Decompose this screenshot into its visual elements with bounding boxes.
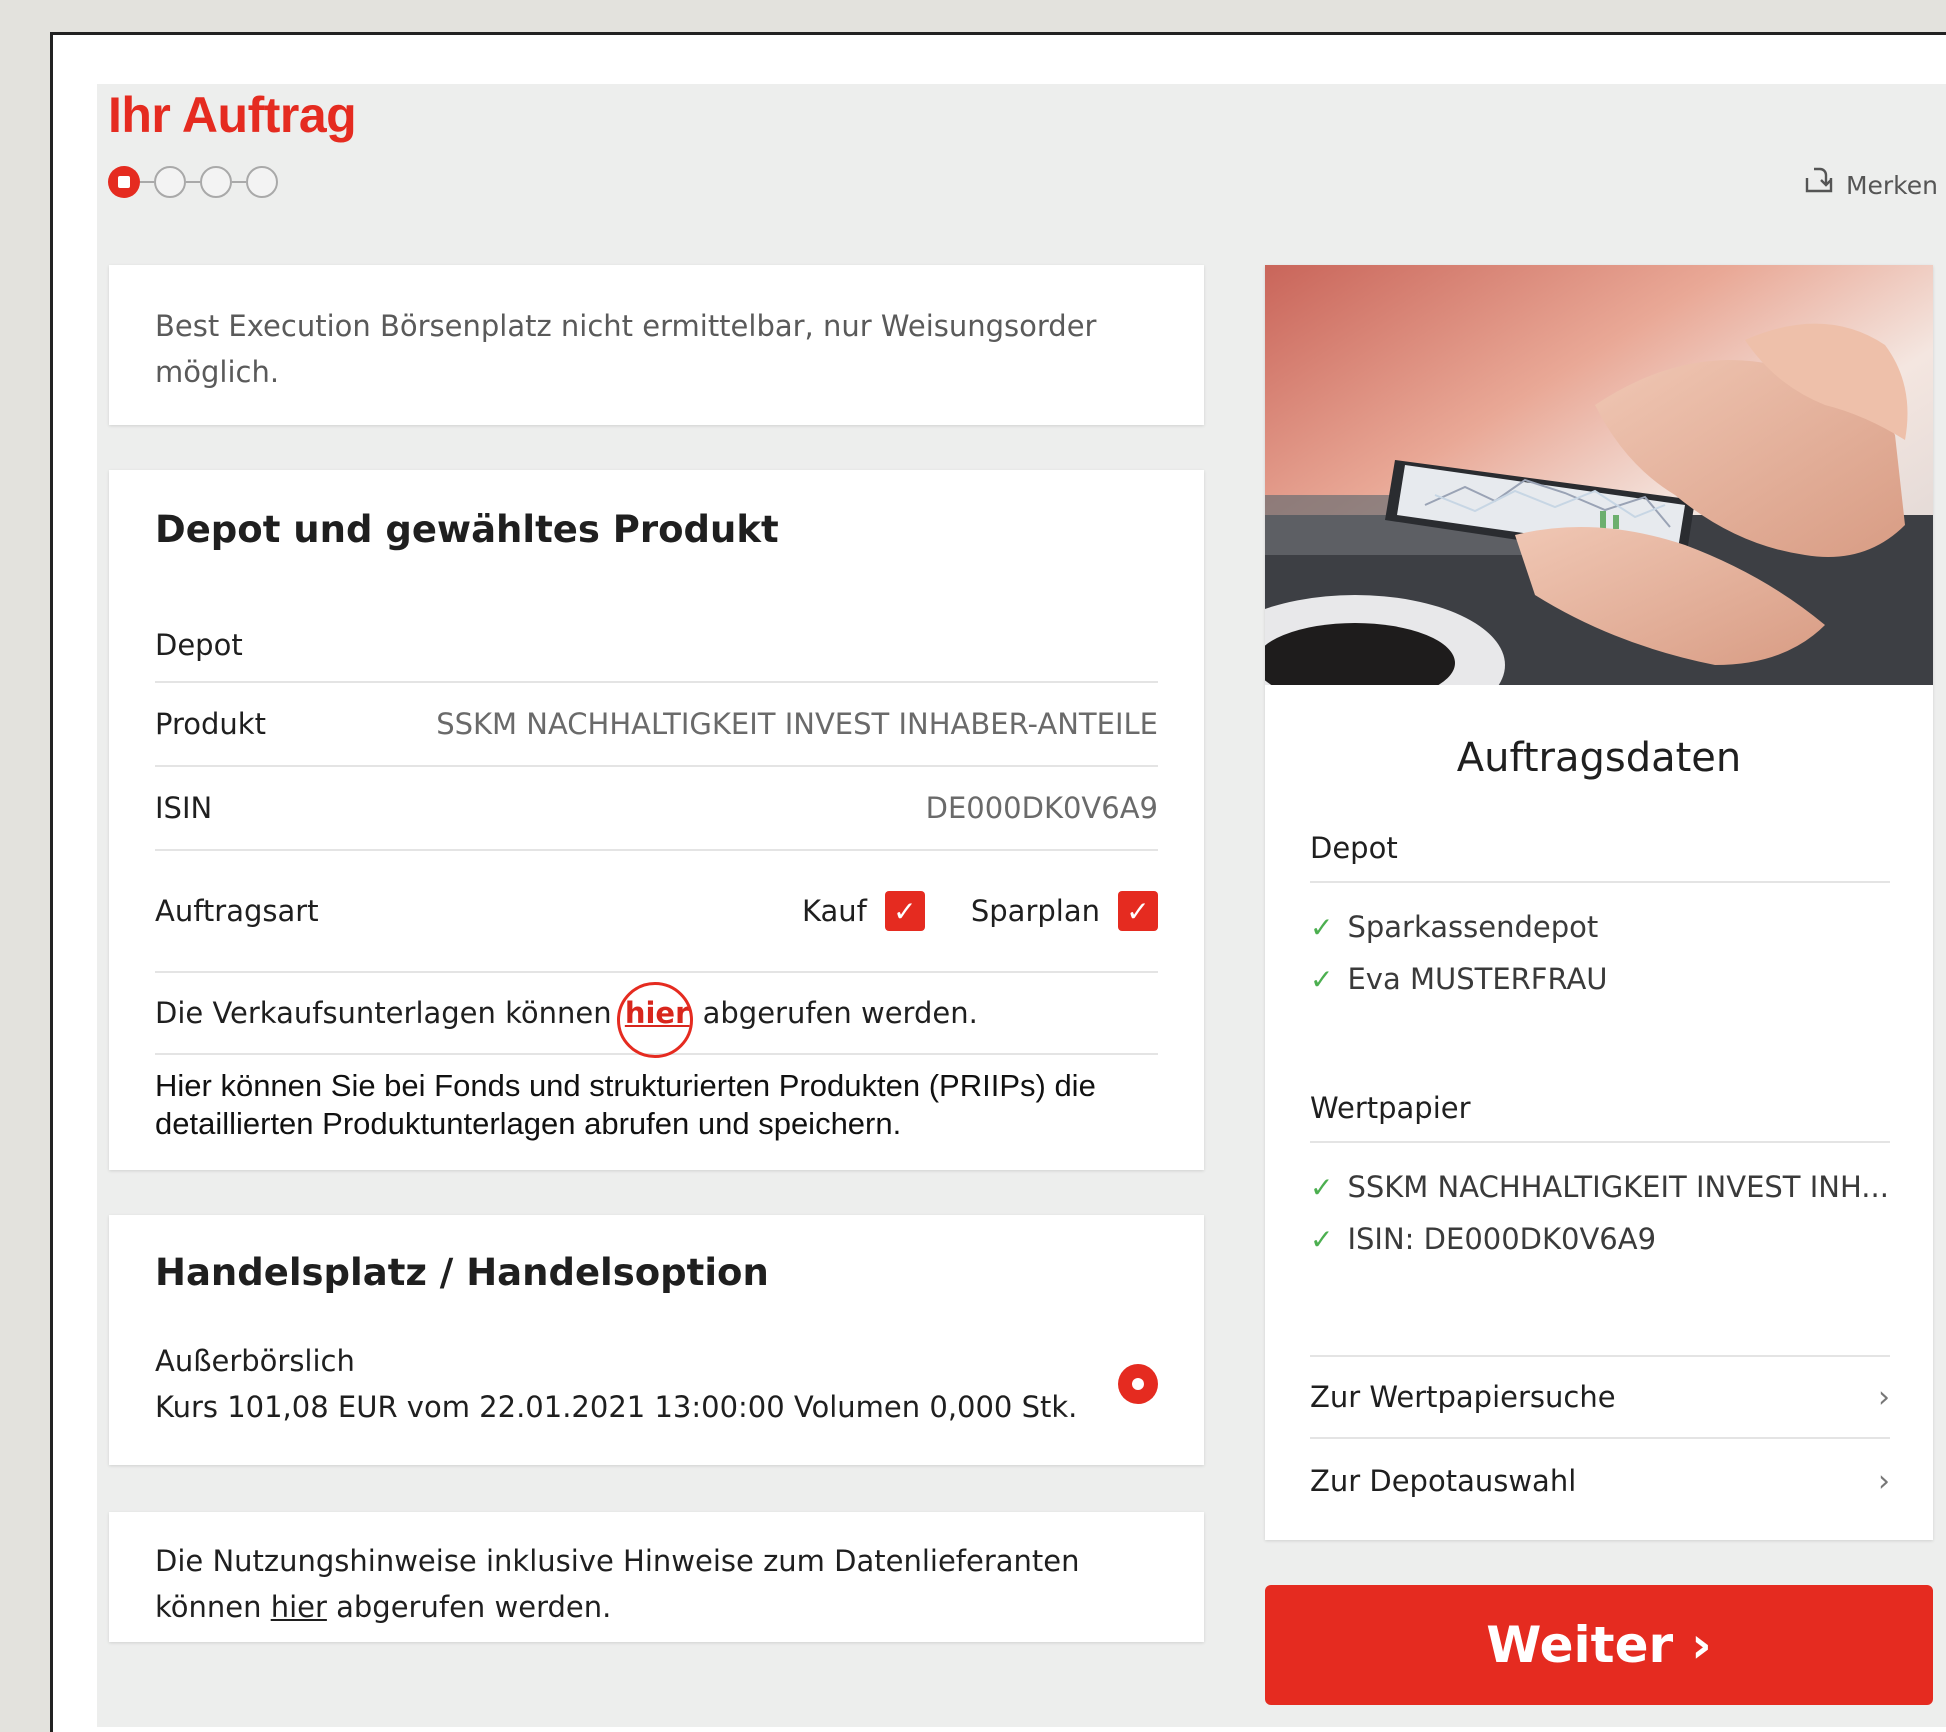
list-item: ✓ ISIN: DE000DK0V6A9 bbox=[1310, 1222, 1657, 1256]
produkt-row: Produkt SSKM NACHHALTIGKEIT INVEST INHAB… bbox=[155, 683, 1158, 767]
handelsplatz-title: Handelsplatz / Handelsoption bbox=[155, 1251, 769, 1294]
checkmark-icon: ✓ bbox=[1310, 910, 1334, 944]
sparplan-checkbox[interactable]: ✓ bbox=[1118, 891, 1158, 931]
kauf-label: Kauf bbox=[801, 894, 867, 928]
bookmark-download-icon bbox=[1802, 165, 1836, 205]
handelsoption-detail: Kurs 101,08 EUR vom 22.01.2021 13:00:00 … bbox=[155, 1390, 1078, 1424]
sidebar-depot-head: Depot bbox=[1310, 815, 1890, 883]
handelsplatz-card: Handelsplatz / Handelsoption Außerbörsli… bbox=[109, 1215, 1204, 1465]
product-card: Depot und gewähltes Produkt Depot Produk… bbox=[109, 470, 1204, 1170]
checkmark-icon: ✓ bbox=[1310, 1170, 1334, 1204]
checkmark-icon: ✓ bbox=[893, 894, 917, 928]
isin-value: DE000DK0V6A9 bbox=[925, 791, 1158, 825]
sidebar-wertpapier-section: Wertpapier ✓ SSKM NACHHALTIGKEIT INVEST I… bbox=[1310, 1075, 1890, 1265]
nutzung-line1: Die Nutzungshinweise inklusive Hinweise … bbox=[155, 1544, 1080, 1578]
kauf-checkbox[interactable]: ✓ bbox=[884, 891, 925, 931]
sidebar-depot-section: Depot ✓ Sparkassendepot ✓ Eva MUSTERFRAU bbox=[1310, 815, 1890, 1005]
nutzung-prefix: können bbox=[155, 1590, 262, 1624]
merken-label: Merken bbox=[1845, 170, 1938, 200]
verkauf-prefix: Die Verkaufsunterlagen können bbox=[155, 996, 612, 1030]
verkaufsunterlagen-row: Die Verkaufsunterlagen können hier abger… bbox=[155, 973, 1158, 1058]
chevron-right-icon: › bbox=[1691, 1616, 1712, 1674]
checkmark-icon: ✓ bbox=[1310, 962, 1334, 996]
merken-button[interactable]: Merken bbox=[1802, 165, 1938, 205]
step-connector bbox=[186, 181, 200, 183]
handelsoption-row[interactable]: Außerbörslich Kurs 101,08 EUR vom 22.01.… bbox=[155, 1338, 1158, 1430]
produkt-value: SSKM NACHHALTIGKEIT INVEST INHABER-ANTEI… bbox=[436, 707, 1158, 741]
list-item: ✓ Eva MUSTERFRAU bbox=[1310, 962, 1608, 996]
product-card-title: Depot und gewähltes Produkt bbox=[155, 508, 779, 551]
auftragsdaten-title: Auftragsdaten bbox=[1456, 735, 1742, 781]
step-connector bbox=[140, 181, 154, 183]
chevron-right-icon: › bbox=[1878, 1379, 1890, 1415]
auftragsart-label: Auftragsart bbox=[155, 894, 319, 928]
step-3 bbox=[200, 166, 232, 198]
handelsoption-name: Außerbörslich bbox=[155, 1344, 355, 1378]
best-execution-notice: Best Execution Börsenplatz nicht ermitte… bbox=[109, 265, 1204, 425]
step-4 bbox=[246, 166, 278, 198]
wertpapiersuche-link[interactable]: Zur Wertpapiersuche › bbox=[1310, 1355, 1890, 1439]
step-connector bbox=[232, 181, 246, 183]
verkaufsunterlagen-link[interactable]: hier bbox=[616, 982, 694, 1058]
auftragsart-options: Kauf ✓ Sparplan ✓ bbox=[802, 891, 1158, 931]
auftragsdaten-panel: Auftragsdaten Depot ✓ Sparkassendepot ✓ Ev… bbox=[1265, 265, 1933, 1540]
auftragsart-row: Auftragsart Kauf ✓ Sparplan ✓ bbox=[155, 851, 1158, 973]
nutzung-suffix: abgerufen werden. bbox=[336, 1590, 612, 1624]
produkt-label: Produkt bbox=[155, 707, 266, 741]
sparplan-label: Sparplan bbox=[970, 894, 1100, 928]
page-title: Ihr Auftrag bbox=[108, 87, 357, 143]
priips-info-text: Hier können Sie bei Fonds und strukturie… bbox=[155, 1068, 1096, 1141]
hero-image-smartphone-chart bbox=[1265, 265, 1933, 685]
nutzungshinweise-link[interactable]: hier bbox=[271, 1590, 327, 1624]
step-1 bbox=[108, 166, 140, 198]
notice-text: Best Execution Börsenplatz nicht ermitte… bbox=[155, 309, 1097, 389]
checkmark-icon: ✓ bbox=[1126, 894, 1150, 928]
weiter-button[interactable]: Weiter › bbox=[1265, 1585, 1933, 1705]
isin-label: ISIN bbox=[155, 791, 213, 825]
list-item: ✓ Sparkassendepot bbox=[1310, 910, 1599, 944]
depotauswahl-link[interactable]: Zur Depotauswahl › bbox=[1310, 1439, 1890, 1523]
chevron-right-icon: › bbox=[1878, 1463, 1890, 1499]
step-2 bbox=[154, 166, 186, 198]
depot-label: Depot bbox=[155, 628, 243, 662]
depot-row: Depot bbox=[155, 599, 1158, 683]
handelsoption-radio[interactable] bbox=[1118, 1364, 1158, 1404]
verkauf-suffix: abgerufen werden. bbox=[702, 996, 978, 1030]
list-item: ✓ SSKM NACHHALTIGKEIT INVEST INH... bbox=[1310, 1170, 1889, 1204]
nutzungshinweise-card: Die Nutzungshinweise inklusive Hinweise … bbox=[109, 1512, 1204, 1642]
checkmark-icon: ✓ bbox=[1310, 1222, 1334, 1256]
progress-stepper bbox=[108, 166, 278, 198]
isin-row: ISIN DE000DK0V6A9 bbox=[155, 767, 1158, 851]
sidebar-wertpapier-head: Wertpapier bbox=[1310, 1075, 1890, 1143]
